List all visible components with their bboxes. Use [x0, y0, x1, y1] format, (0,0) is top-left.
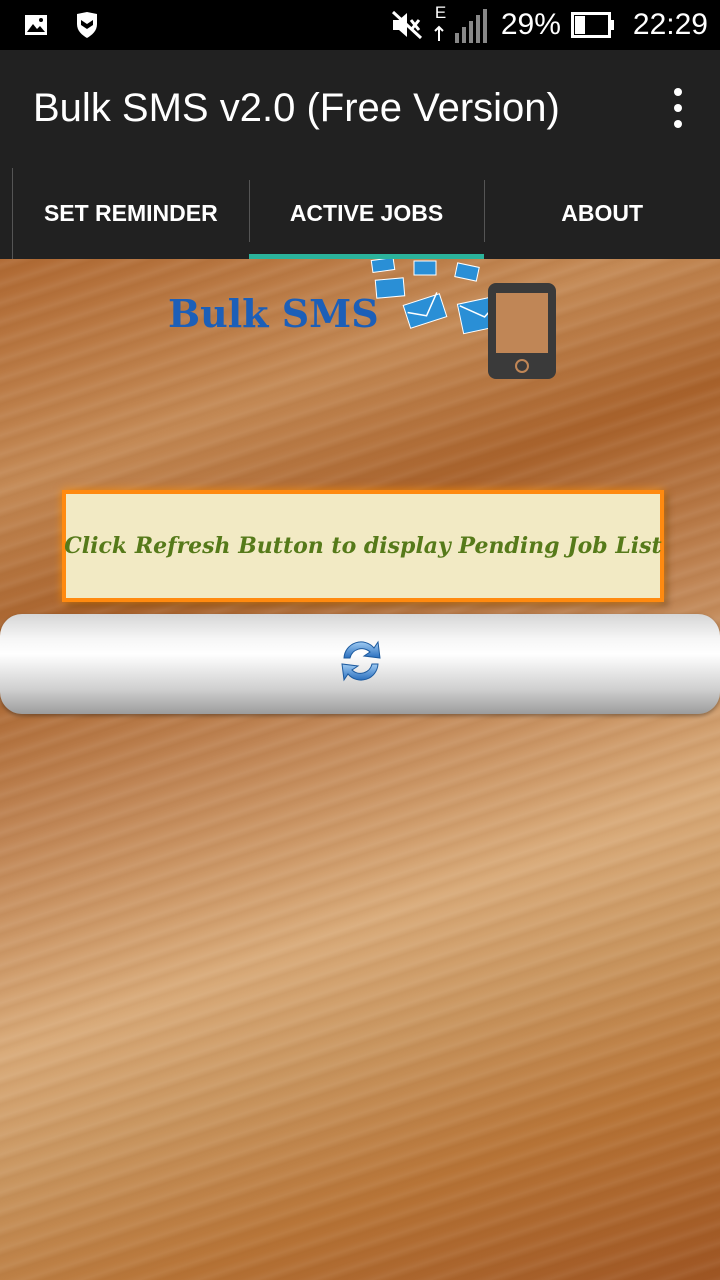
signal-indicator: E — [433, 3, 491, 45]
more-vert-icon[interactable] — [672, 88, 684, 128]
app-title: Bulk SMS v2.0 (Free Version) — [33, 86, 560, 130]
clock: 22:29 — [632, 8, 708, 41]
app-bar: Bulk SMS v2.0 (Free Version) — [0, 50, 720, 168]
battery-icon — [570, 12, 614, 38]
refresh-icon — [341, 640, 381, 682]
tab-set-reminder[interactable]: SET REMINDER — [12, 168, 249, 259]
tab-label: ACTIVE JOBS — [289, 200, 444, 226]
info-message-box: Click Refresh Button to display Pending … — [62, 490, 664, 602]
tab-about[interactable]: ABOUT — [484, 168, 720, 259]
tab-label: ABOUT — [561, 200, 644, 226]
tab-active-jobs[interactable]: ACTIVE JOBS — [248, 168, 485, 259]
signal-icon — [434, 9, 487, 43]
info-message: Click Refresh Button to display Pending … — [64, 533, 662, 559]
image-icon — [25, 15, 47, 35]
tab-bar: SET REMINDER ACTIVE JOBS ABOUT — [0, 168, 720, 259]
tab-label: SET REMINDER — [43, 200, 218, 226]
status-bar: E 29% 22:29 — [0, 0, 720, 50]
shield-icon — [77, 12, 97, 38]
logo-text: Bulk SMS — [168, 291, 379, 336]
battery-percent: 29% — [500, 8, 561, 41]
phone-icon — [488, 283, 556, 379]
content-area: Bulk SMS Click Refresh Button to display… — [0, 259, 720, 1280]
refresh-button[interactable] — [0, 614, 720, 714]
mute-icon — [391, 10, 422, 40]
